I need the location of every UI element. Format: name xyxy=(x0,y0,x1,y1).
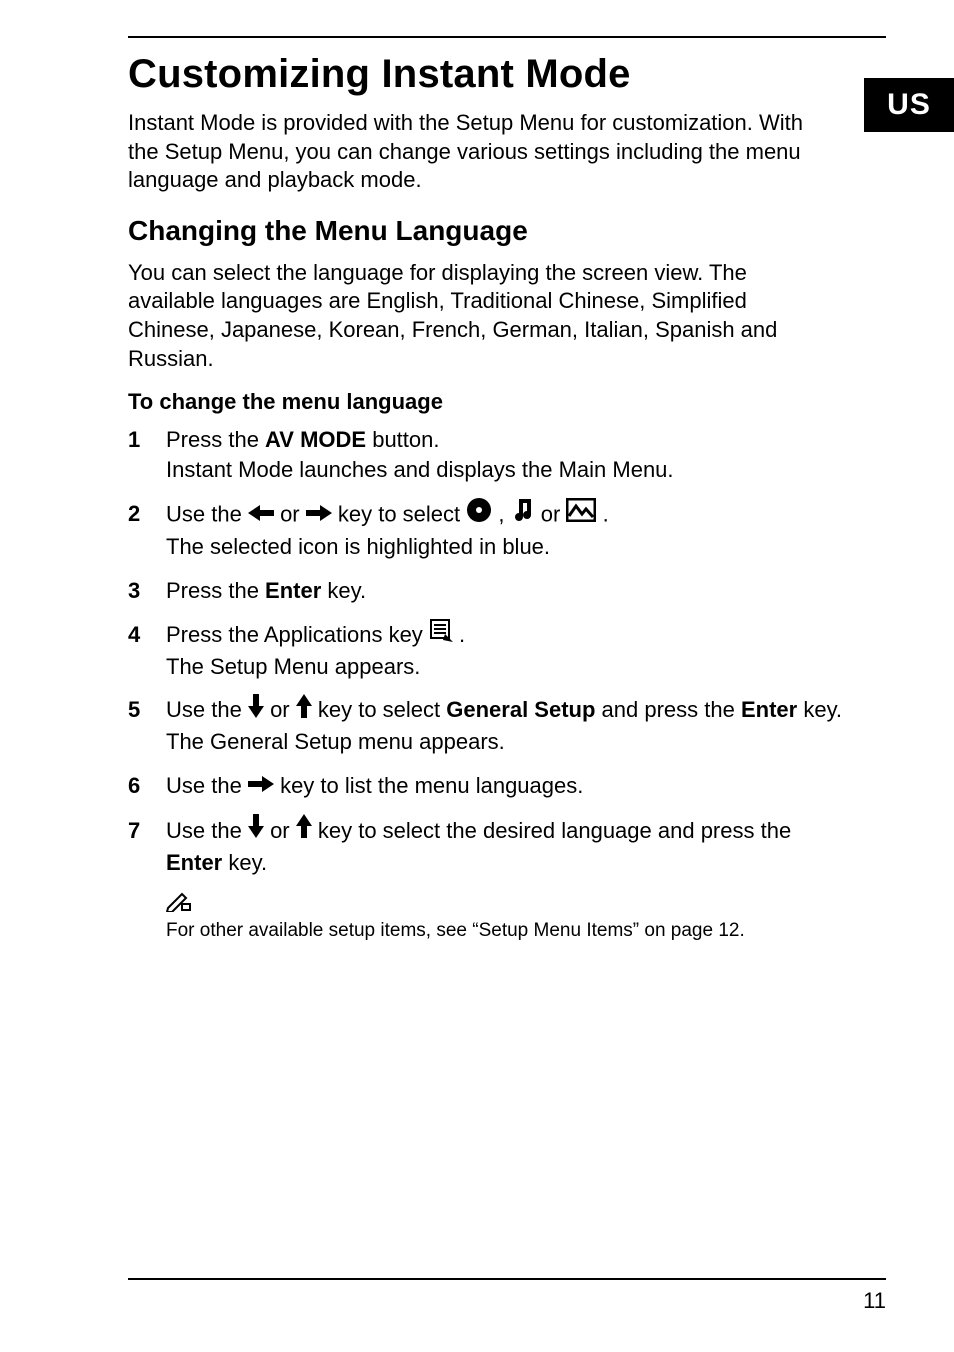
down-arrow-icon xyxy=(248,694,264,726)
section-heading: Changing the Menu Language xyxy=(128,215,886,247)
step-3: 3 Press the Enter key. xyxy=(128,576,848,606)
note-text: For other available setup items, see “Se… xyxy=(166,919,826,943)
text: Use the xyxy=(166,697,248,722)
text: Press the xyxy=(166,427,265,452)
step-number: 5 xyxy=(128,695,166,725)
steps-heading: To change the menu language xyxy=(128,389,886,415)
text: or xyxy=(280,501,306,526)
disc-icon xyxy=(466,497,492,531)
bold-text: Enter xyxy=(166,850,222,875)
step-4: 4 Press the Applications key . The Setup… xyxy=(128,620,848,682)
step-number: 1 xyxy=(128,425,166,455)
right-arrow-icon xyxy=(248,770,274,800)
bold-text: Enter xyxy=(741,697,797,722)
step-number: 2 xyxy=(128,499,166,529)
step-6: 6 Use the key to list the menu languages… xyxy=(128,771,848,802)
step-body: Press the Enter key. xyxy=(166,576,848,606)
music-note-icon xyxy=(511,497,535,531)
text: , xyxy=(498,501,510,526)
note-block: For other available setup items, see “Se… xyxy=(166,892,886,943)
pencil-note-icon xyxy=(166,890,192,917)
text: . xyxy=(603,501,609,526)
text: Press the xyxy=(166,578,265,603)
step-7: 7 Use the or key to select the desired l… xyxy=(128,816,848,878)
text: Press the Applications key xyxy=(166,622,429,647)
bold-text: Enter xyxy=(265,578,321,603)
page-number: 11 xyxy=(863,1288,886,1314)
text: Use the xyxy=(166,818,248,843)
bold-text: AV MODE xyxy=(265,427,366,452)
up-arrow-icon xyxy=(296,694,312,726)
page-title: Customizing Instant Mode xyxy=(128,52,886,97)
step-number: 6 xyxy=(128,771,166,801)
text: key to list the menu languages. xyxy=(280,773,583,798)
text: key to select the desired language and p… xyxy=(318,818,791,843)
top-rule xyxy=(128,36,886,38)
step-body: Use the or key to select , or xyxy=(166,499,848,562)
text: button. xyxy=(366,427,439,452)
text: key. xyxy=(222,850,267,875)
text: key. xyxy=(321,578,366,603)
text: key. xyxy=(797,697,842,722)
steps-list: 1 Press the AV MODE button. Instant Mode… xyxy=(128,425,848,878)
up-arrow-icon xyxy=(296,814,312,846)
step-number: 4 xyxy=(128,620,166,650)
step-body: Use the or key to select the desired lan… xyxy=(166,816,848,878)
step-body: Press the AV MODE button. Instant Mode l… xyxy=(166,425,848,484)
text: key to select xyxy=(338,501,466,526)
step-number: 7 xyxy=(128,816,166,846)
page: US Customizing Instant Mode Instant Mode… xyxy=(0,0,954,1352)
text: or xyxy=(270,697,296,722)
text: or xyxy=(270,818,296,843)
step-1: 1 Press the AV MODE button. Instant Mode… xyxy=(128,425,848,484)
text: Use the xyxy=(166,773,248,798)
locale-tab-text: US xyxy=(887,88,931,122)
text: The selected icon is highlighted in blue… xyxy=(166,534,550,559)
text: and press the xyxy=(595,697,741,722)
intro-paragraph: Instant Mode is provided with the Setup … xyxy=(128,109,818,195)
text: key to select xyxy=(318,697,446,722)
step-body: Use the key to list the menu languages. xyxy=(166,771,848,802)
down-arrow-icon xyxy=(248,814,264,846)
picture-icon xyxy=(566,498,596,530)
right-arrow-icon xyxy=(306,499,332,529)
locale-tab: US xyxy=(864,78,954,132)
language-paragraph: You can select the language for displayi… xyxy=(128,259,828,373)
text: . xyxy=(459,622,465,647)
left-arrow-icon xyxy=(248,499,274,529)
bold-text: General Setup xyxy=(446,697,595,722)
applications-key-icon xyxy=(429,618,453,650)
text: The General Setup menu appears. xyxy=(166,729,505,754)
text: or xyxy=(541,501,567,526)
bottom-rule xyxy=(128,1278,886,1280)
step-2: 2 Use the or key to select , xyxy=(128,499,848,562)
step-body: Use the or key to select General Setup a… xyxy=(166,695,848,757)
text: Instant Mode launches and displays the M… xyxy=(166,457,674,482)
step-5: 5 Use the or key to select General Setup… xyxy=(128,695,848,757)
step-body: Press the Applications key . The Setup M… xyxy=(166,620,848,682)
text: Use the xyxy=(166,501,248,526)
step-number: 3 xyxy=(128,576,166,606)
text: The Setup Menu appears. xyxy=(166,654,420,679)
